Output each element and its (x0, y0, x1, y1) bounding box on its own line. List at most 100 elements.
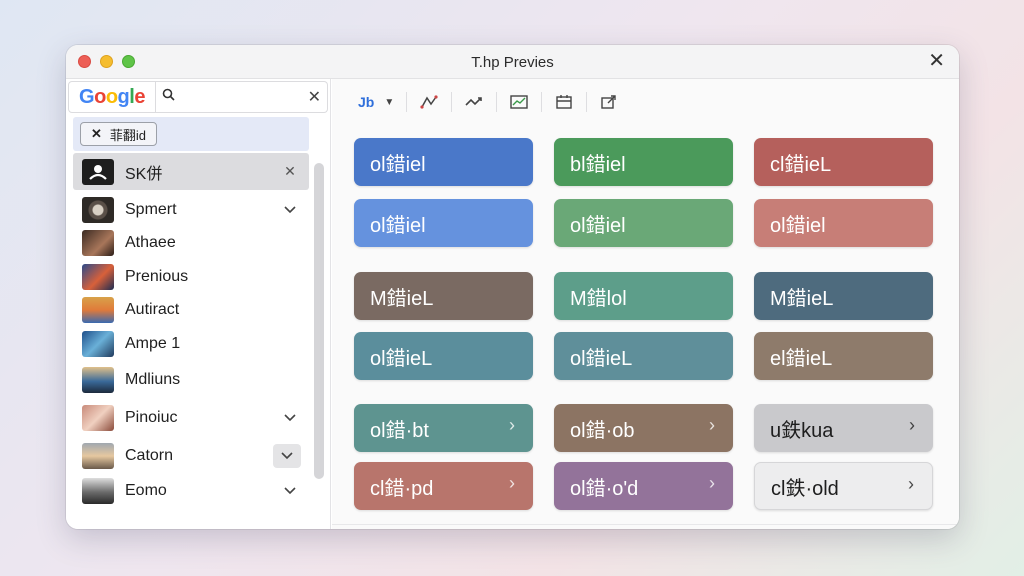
app-window: T.hp Previes ✕ Google ✕ ✕ 菲翻id SK併 ✕ Spmer… (66, 45, 959, 529)
preview-tile[interactable]: cl鉄·old › (754, 462, 933, 510)
preview-tile[interactable]: M錯ieL (754, 272, 933, 320)
search-input[interactable]: ✕ (156, 81, 328, 113)
preview-tile[interactable]: u鉄kua › (754, 404, 933, 452)
chevron-down-icon[interactable] (279, 480, 301, 502)
view-dropdown-button[interactable]: Jb ▼ (352, 90, 400, 114)
sidebar-item[interactable]: Autiract (73, 294, 309, 328)
chart-icon[interactable] (503, 90, 535, 114)
view-dropdown-label: Jb (358, 94, 375, 110)
toolbar-divider (406, 92, 408, 112)
sidebar-item-label: Catorn (125, 446, 174, 464)
search-bar: Google ✕ (68, 81, 328, 113)
tile-label: ol錯ieL (370, 347, 433, 370)
tile-label: ol錯iel (370, 214, 426, 237)
chevron-down-icon[interactable] (279, 407, 301, 429)
preview-tile[interactable]: el錯ieL (754, 332, 933, 380)
chevron-right-icon: › (509, 473, 515, 493)
clear-search-icon[interactable]: ✕ (308, 87, 321, 107)
calendar-icon[interactable] (548, 90, 580, 114)
preview-tile[interactable]: ol錯iel (354, 138, 533, 186)
preview-tile[interactable]: ol錯iel (554, 199, 733, 247)
sidebar-item[interactable]: Pinoiuc (73, 399, 309, 437)
chevron-down-icon: ▼ (384, 96, 395, 108)
google-logo[interactable]: Google (68, 81, 156, 113)
sidebar-item-label: Pinoiuc (125, 408, 178, 426)
sidebar-item-label: Prenious (125, 267, 189, 285)
chevron-down-icon[interactable] (279, 199, 301, 221)
chevron-down-icon[interactable] (273, 443, 301, 468)
tile-label: cl錯ieL (770, 153, 832, 176)
remove-chip-icon[interactable]: ✕ (91, 126, 102, 142)
main-panel: Jb ▼ ol錯iel bl錯iel cl錯ieL ol錯iel ol錯iel … (332, 79, 959, 529)
tile-label: cl鉄·old (771, 477, 839, 500)
filter-chip-label: 菲翻id (109, 127, 147, 143)
preview-tile[interactable]: ol錯·ob › (554, 404, 733, 452)
preview-tile[interactable]: ol錯ieL (554, 332, 733, 380)
chevron-right-icon: › (709, 473, 715, 493)
item-thumbnail (82, 263, 114, 290)
toolbar: Jb ▼ (352, 89, 625, 115)
window-title: T.hp Previes (471, 54, 554, 71)
chevron-right-icon: › (908, 474, 914, 494)
tile-label: ol錯ieL (570, 347, 633, 370)
preview-tile[interactable]: ol錯·bt › (354, 404, 533, 452)
item-thumbnail (82, 330, 114, 357)
sidebar-item[interactable]: Athaee (73, 227, 309, 261)
sidebar-item-label: Athaee (125, 234, 176, 252)
preview-tile[interactable]: ol錯ieL (354, 332, 533, 380)
tile-label: ol錯·bt (370, 419, 429, 442)
chevron-right-icon: › (709, 415, 715, 435)
chevron-right-icon: › (909, 415, 915, 435)
preview-tile[interactable]: ol錯·o'd › (554, 462, 733, 510)
sidebar-scrollbar[interactable] (314, 163, 324, 479)
sidebar-item[interactable]: Eomo (73, 475, 309, 509)
sidebar-item[interactable]: Spmert (73, 193, 309, 227)
toolbar-divider (496, 92, 498, 112)
tile-label: ol錯iel (770, 214, 826, 237)
sidebar-item[interactable]: Catorn (73, 437, 309, 475)
search-icon (162, 88, 175, 101)
tile-label: M錯ieL (370, 287, 434, 310)
tile-label: bl錯iel (570, 153, 626, 176)
toolbar-divider (541, 92, 543, 112)
toolbar-divider (586, 92, 588, 112)
item-thumbnail (82, 366, 114, 393)
tile-label: el錯ieL (770, 347, 833, 370)
tile-label: M錯lol (570, 287, 627, 310)
tile-label: u鉄kua (770, 419, 834, 442)
preview-tile[interactable]: M錯ieL (354, 272, 533, 320)
sidebar-item-label: Autiract (125, 301, 180, 319)
preview-tile[interactable]: M錯lol (554, 272, 733, 320)
sidebar-list: SK併 ✕ Spmert Athaee Prenious Autiract Ampe 1 Md… (73, 153, 309, 508)
trend-icon[interactable] (458, 90, 490, 114)
sidebar-item-label: Ampe 1 (125, 334, 181, 352)
sidebar-item-label: Spmert (125, 200, 177, 218)
sidebar-item[interactable]: Prenious (73, 260, 309, 294)
tile-label: M錯ieL (770, 287, 834, 310)
sidebar-item[interactable]: Ampe 1 (73, 327, 309, 361)
preview-tile[interactable]: ol錯iel (754, 199, 933, 247)
tile-label: ol錯·ob (570, 419, 635, 442)
item-thumbnail (82, 297, 114, 324)
item-thumbnail (82, 478, 114, 505)
sidebar-item-label: SK併 (125, 165, 163, 183)
sidebar-item[interactable]: Mdliuns (73, 361, 309, 399)
hierarchy-icon[interactable] (413, 90, 445, 114)
chevron-right-icon: › (509, 415, 515, 435)
tile-label: ol錯·o'd (570, 477, 639, 500)
preview-tile[interactable]: bl錯iel (554, 138, 733, 186)
tile-label: cl錯·pd (370, 477, 434, 500)
sidebar-item-label: Mdliuns (125, 370, 181, 388)
preview-tile[interactable]: cl錯ieL (754, 138, 933, 186)
close-icon[interactable]: ✕ (279, 161, 301, 183)
close-icon[interactable]: ✕ (928, 51, 945, 71)
filter-chip[interactable]: ✕ 菲翻id (80, 122, 158, 146)
title-bar: T.hp Previes ✕ (66, 45, 959, 79)
preview-tile[interactable]: ol錯iel (354, 199, 533, 247)
export-icon[interactable] (593, 90, 625, 114)
toolbar-divider (451, 92, 453, 112)
sidebar-item[interactable]: SK併 ✕ (73, 153, 309, 190)
preview-tile[interactable]: cl錯·pd › (354, 462, 533, 510)
app-icon (82, 158, 114, 185)
item-thumbnail (82, 442, 114, 469)
